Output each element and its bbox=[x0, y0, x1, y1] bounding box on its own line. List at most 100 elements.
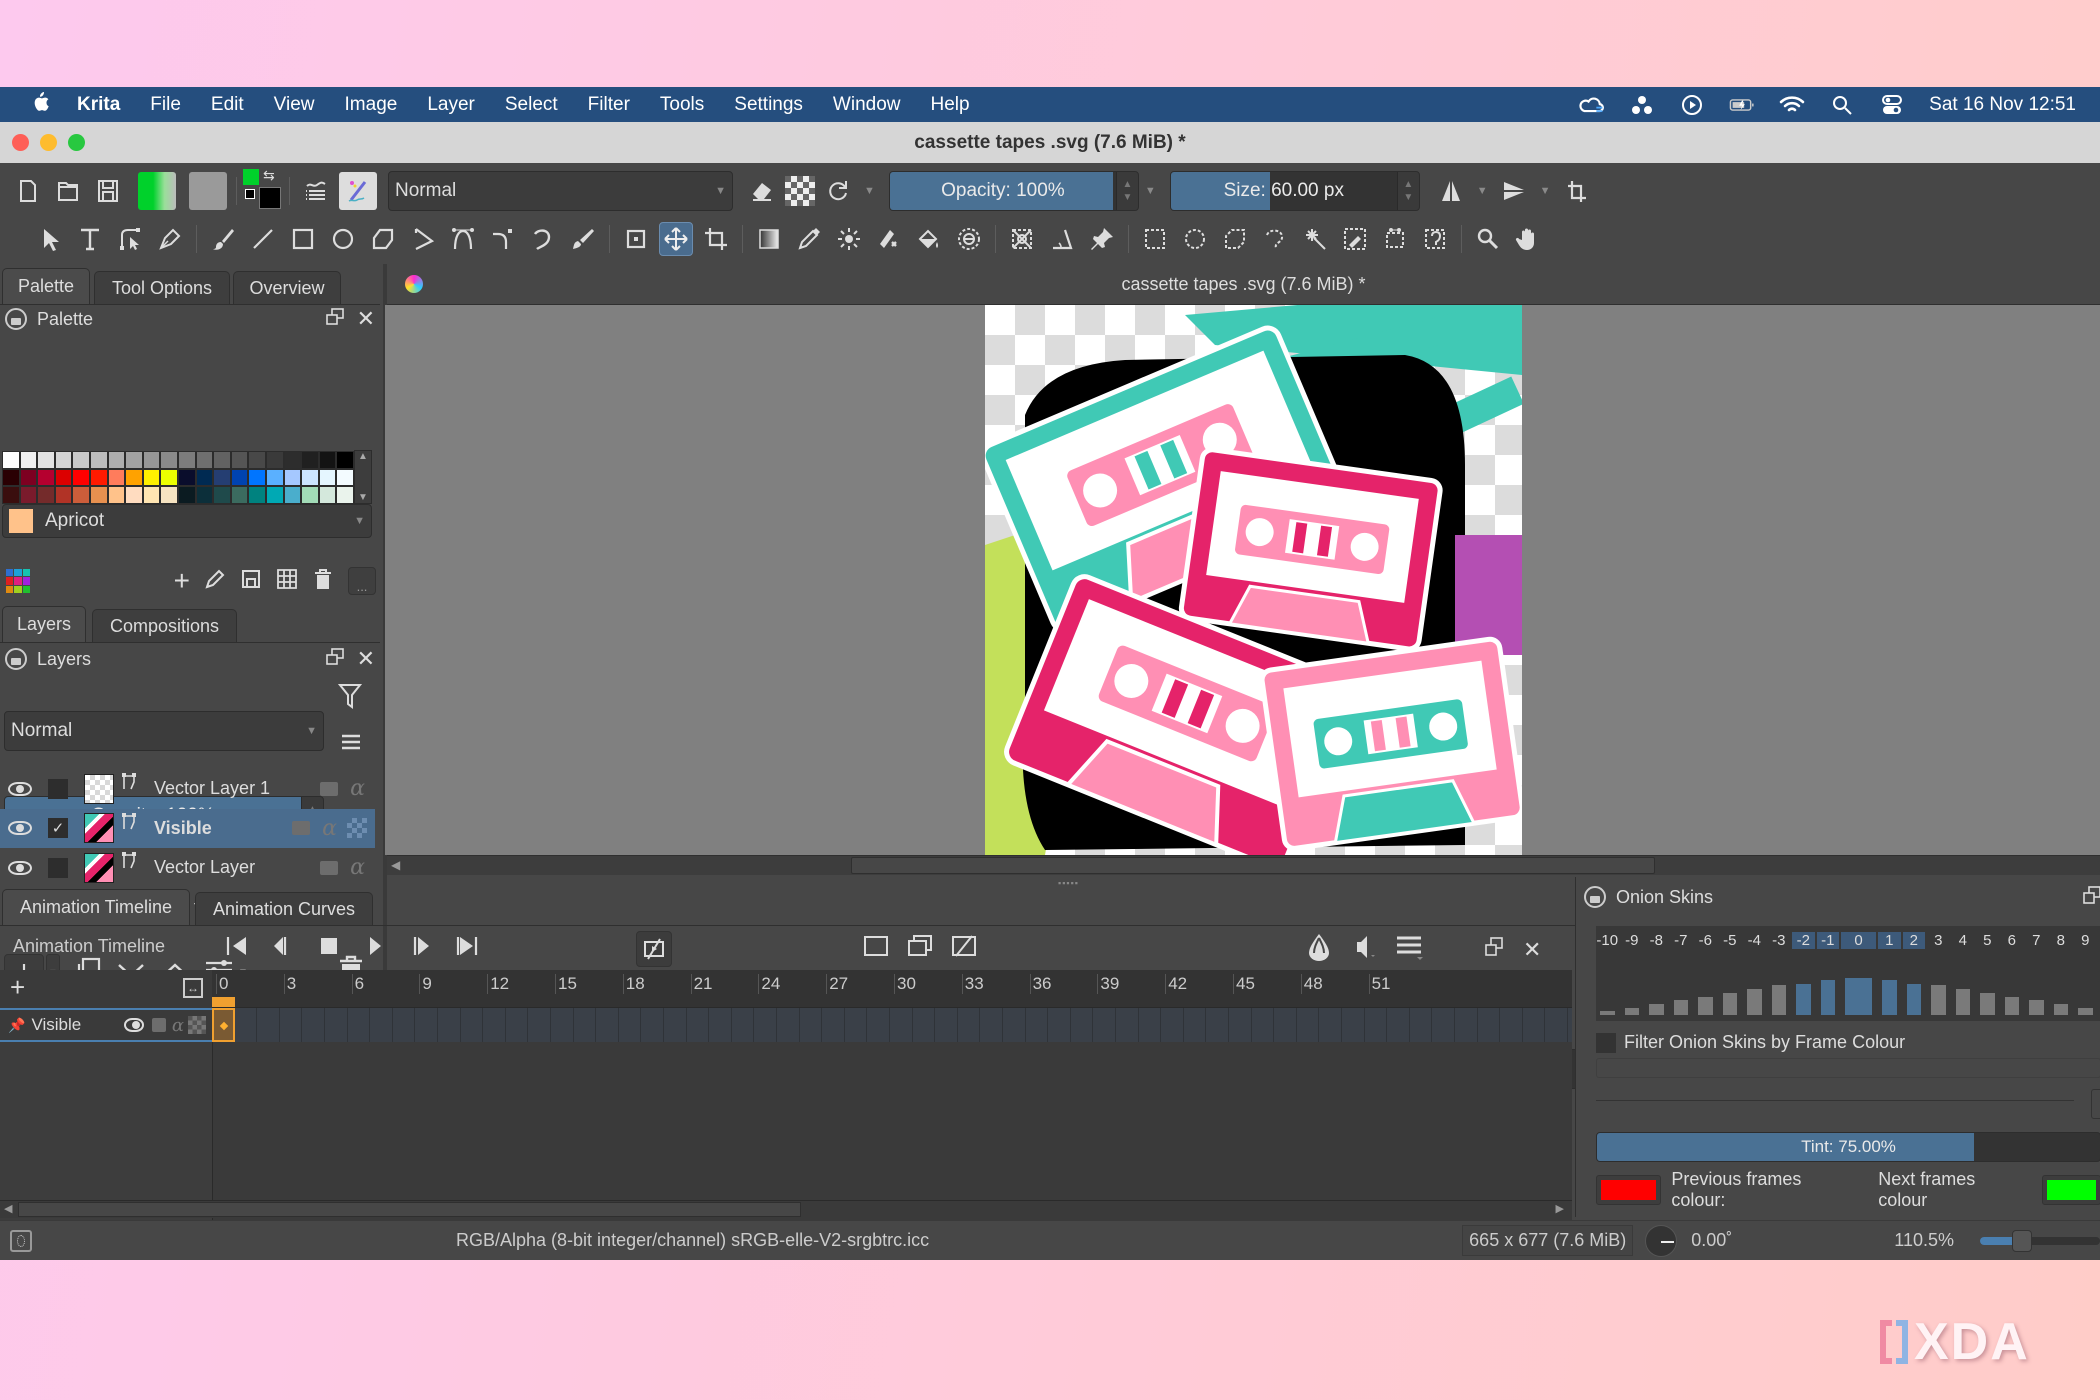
lock-icon[interactable] bbox=[151, 1018, 166, 1032]
palette-swatch[interactable] bbox=[72, 468, 90, 487]
palette-swatch[interactable] bbox=[2, 451, 20, 469]
calligraphy-tool-icon[interactable] bbox=[153, 222, 187, 256]
onion-frame-label[interactable]: 2 bbox=[1902, 932, 1925, 949]
onion-frame-label[interactable]: -5 bbox=[1719, 932, 1742, 949]
magnetic-selection-tool-icon[interactable] bbox=[1418, 222, 1452, 256]
tab-layers[interactable]: Layers bbox=[2, 606, 86, 642]
menu-window[interactable]: Window bbox=[818, 94, 916, 116]
palette-swatch[interactable] bbox=[336, 468, 354, 487]
next-frame-icon[interactable] bbox=[409, 934, 433, 963]
freehand-path-tool-icon[interactable] bbox=[486, 222, 520, 256]
frame-cell[interactable] bbox=[845, 1008, 868, 1042]
menu-view[interactable]: View bbox=[259, 94, 330, 116]
add-blank-frame-icon[interactable] bbox=[862, 934, 890, 963]
menu-settings[interactable]: Settings bbox=[719, 94, 818, 116]
move-tool-icon[interactable] bbox=[659, 222, 693, 256]
palette-swatch[interactable] bbox=[89, 486, 108, 504]
onion-frame-label[interactable]: -8 bbox=[1645, 932, 1668, 949]
palette-swatch[interactable] bbox=[125, 451, 143, 469]
swap-colors-icon[interactable]: ⇆ bbox=[263, 167, 275, 184]
pattern-preset-button[interactable] bbox=[189, 172, 227, 210]
frame-cell[interactable] bbox=[1387, 1008, 1410, 1042]
onion-frame-label[interactable]: -6 bbox=[1694, 932, 1717, 949]
scrollbar-handle[interactable] bbox=[18, 1202, 801, 1217]
tab-tool-options[interactable]: Tool Options bbox=[94, 271, 230, 304]
palette-swatch[interactable] bbox=[2, 486, 20, 504]
onion-opacity-bar[interactable] bbox=[1722, 992, 1737, 1015]
polygonal-selection-tool-icon[interactable] bbox=[1218, 222, 1252, 256]
frame-cell[interactable] bbox=[1365, 1008, 1388, 1042]
frame-cell[interactable] bbox=[687, 1008, 710, 1042]
add-timeline-layer-icon[interactable]: + bbox=[10, 972, 25, 1003]
tab-overview[interactable]: Overview bbox=[233, 271, 341, 304]
palette-swatch[interactable] bbox=[160, 468, 178, 487]
onion-frame-label[interactable]: 6 bbox=[2001, 932, 2024, 949]
frame-cell[interactable] bbox=[1252, 1008, 1275, 1042]
ellipse-tool-icon[interactable] bbox=[326, 222, 360, 256]
palette-swatch[interactable] bbox=[19, 468, 38, 487]
scroll-left-icon[interactable]: ◀ bbox=[391, 858, 400, 872]
menu-select[interactable]: Select bbox=[490, 94, 573, 116]
inherit-alpha-icon[interactable] bbox=[347, 818, 367, 838]
brush-editor-icon[interactable] bbox=[299, 174, 333, 208]
frame-cell[interactable] bbox=[1455, 1008, 1478, 1042]
float-docker-icon[interactable] bbox=[2082, 885, 2100, 910]
frame-cell[interactable] bbox=[574, 1008, 597, 1042]
palette-swatch[interactable] bbox=[177, 451, 196, 469]
brush-preset-button[interactable] bbox=[339, 172, 377, 210]
visibility-icon[interactable] bbox=[8, 821, 32, 835]
fg-bg-color-selector[interactable]: ⇆ bbox=[243, 167, 283, 213]
palette-swatch[interactable] bbox=[160, 451, 178, 469]
onion-opacity-bar[interactable] bbox=[1955, 989, 1970, 1015]
onion-opacity-bar[interactable] bbox=[1882, 979, 1897, 1015]
gradient-preset-button[interactable] bbox=[138, 172, 176, 210]
palette-swatch[interactable] bbox=[336, 451, 354, 469]
rectangle-tool-icon[interactable] bbox=[286, 222, 320, 256]
menu-edit[interactable]: Edit bbox=[196, 94, 259, 116]
multibrush-tool-icon[interactable] bbox=[566, 222, 600, 256]
frame-cell[interactable] bbox=[1478, 1008, 1501, 1042]
audio-icon[interactable] bbox=[1351, 933, 1377, 966]
duplicate-frame-icon[interactable] bbox=[906, 934, 934, 963]
menu-filter[interactable]: Filter bbox=[573, 94, 645, 116]
onion-opacity-bar[interactable] bbox=[1771, 985, 1786, 1015]
menu-layer[interactable]: Layer bbox=[412, 94, 490, 116]
alpha-lock-icon[interactable]: α bbox=[350, 855, 365, 880]
tab-palette[interactable]: Palette bbox=[2, 268, 90, 304]
first-frame-icon[interactable] bbox=[225, 934, 249, 963]
onion-frame-label[interactable]: 3 bbox=[1927, 932, 1950, 949]
palette-swatch[interactable] bbox=[54, 486, 73, 504]
palette-swatch[interactable] bbox=[177, 486, 196, 504]
rectangular-selection-tool-icon[interactable] bbox=[1138, 222, 1172, 256]
freehand-brush-tool-icon[interactable] bbox=[206, 222, 240, 256]
scrollbar-handle[interactable] bbox=[851, 857, 1655, 874]
mirror-h-caret[interactable]: ▼ bbox=[1477, 185, 1488, 197]
layer-blend-mode-dropdown[interactable]: Normal ▼ bbox=[4, 711, 324, 751]
frame-cell[interactable] bbox=[393, 1008, 416, 1042]
layer-options-menu-icon[interactable] bbox=[340, 732, 362, 759]
more-options-button[interactable]: ... bbox=[348, 567, 376, 595]
frame-cell[interactable] bbox=[1206, 1008, 1229, 1042]
save-palette-icon[interactable] bbox=[240, 568, 262, 595]
menu-tools[interactable]: Tools bbox=[645, 94, 719, 116]
frame-cell[interactable] bbox=[664, 1008, 687, 1042]
lock-docker-icon[interactable] bbox=[5, 648, 27, 670]
frame-cell[interactable] bbox=[596, 1008, 619, 1042]
onion-opacity-bar[interactable] bbox=[2053, 1003, 2068, 1015]
menu-image[interactable]: Image bbox=[330, 94, 413, 116]
palette-swatch[interactable] bbox=[230, 486, 249, 504]
onion-opacity-bar[interactable] bbox=[1747, 989, 1762, 1015]
dynamic-brush-tool-icon[interactable] bbox=[526, 222, 560, 256]
wifi-icon[interactable] bbox=[1779, 94, 1805, 116]
palette-swatch[interactable] bbox=[107, 486, 126, 504]
bezier-curve-tool-icon[interactable] bbox=[446, 222, 480, 256]
play-icon[interactable] bbox=[363, 934, 387, 963]
stop-icon[interactable] bbox=[317, 934, 341, 963]
palette-swatch[interactable] bbox=[230, 468, 249, 487]
frame-cell[interactable] bbox=[1432, 1008, 1455, 1042]
filter-layers-icon[interactable] bbox=[337, 682, 364, 717]
creative-cloud-icon[interactable] bbox=[1579, 94, 1605, 116]
menu-file[interactable]: File bbox=[135, 94, 196, 116]
frame-cell[interactable] bbox=[348, 1008, 371, 1042]
frame-cell[interactable] bbox=[958, 1008, 981, 1042]
